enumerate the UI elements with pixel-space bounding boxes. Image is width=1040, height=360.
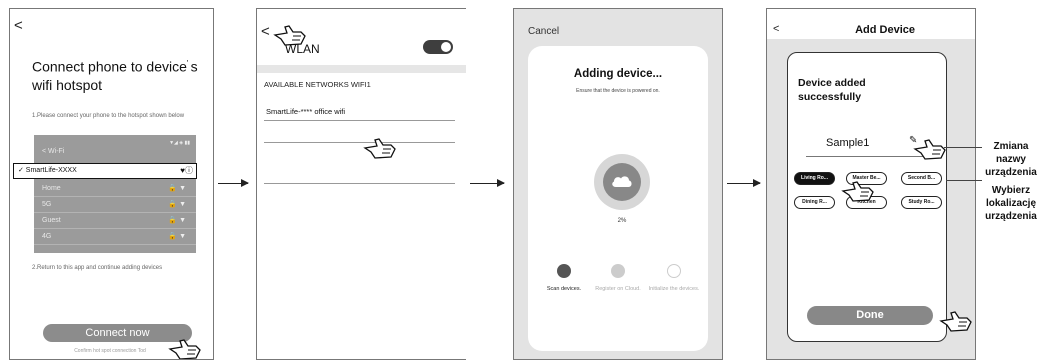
step-scan-devices: Scan devices. [536, 264, 592, 293]
pointing-hand-icon [273, 23, 307, 47]
done-button[interactable]: Done [807, 306, 933, 325]
divider [264, 142, 455, 143]
pointing-hand-icon [913, 137, 947, 161]
annotation-location: Wybierz lokalizację urządzenia [985, 185, 1037, 222]
instruction-step-1: 1.Please connect your phone to the hotsp… [32, 113, 185, 119]
divider [264, 183, 455, 184]
selected-wifi-network[interactable]: ✓ SmartLife-XXXX ♥ⓘ [13, 163, 197, 179]
instruction-step-2: 2.Return to this app and continue adding… [32, 265, 163, 271]
network-name: Guest [42, 217, 61, 224]
phone-screen-adding-device: Cancel Adding device... Ensure that the … [513, 8, 723, 360]
lock-wifi-icon: 🔒 ▼ [168, 201, 186, 208]
flow-arrow [470, 179, 505, 187]
pointing-hand-icon [939, 309, 973, 333]
progress-center [603, 163, 641, 201]
room-chip-living-room[interactable]: Living Ro... [794, 172, 835, 185]
flow-arrow [727, 179, 761, 187]
phone-screen-add-device: < Add Device Device added successfully S… [766, 8, 976, 360]
progress-ring [594, 154, 650, 210]
back-arrow-icon[interactable]: < [14, 17, 23, 34]
cloud-icon [612, 176, 632, 187]
cloud-icon [611, 264, 625, 278]
cancel-button[interactable]: Cancel [528, 26, 559, 37]
wifi-network-item[interactable]: Home 🔒 ▼ [34, 181, 196, 197]
divider [264, 120, 455, 121]
device-name-field[interactable]: Sample1 [826, 137, 869, 149]
pointing-hand-icon [363, 136, 397, 160]
page-title: Connect phone to device' s wifi hotspot [32, 58, 198, 93]
annotation-leader-line [946, 180, 982, 181]
flow-arrow [218, 179, 249, 187]
progress-heading: Adding device... [573, 68, 663, 80]
phone-screen-wlan: < WLAN AVAILABLE NETWORKS WIFI1 SmartLif… [256, 8, 466, 360]
wifi-network-item[interactable]: Guest 🔒 ▼ [34, 213, 196, 229]
step-register-cloud: Register on Cloud. [590, 264, 646, 293]
lock-wifi-icon: 🔒 ▼ [168, 217, 186, 224]
wifi-network-item[interactable]: SmartLife-**** office wifi [266, 107, 345, 116]
lock-wifi-icon: 🔒 ▼ [168, 233, 186, 240]
step-label: Initialize the devices. [648, 286, 700, 292]
step-initialize: Initialize the devices. [646, 264, 702, 293]
selected-network-name: ✓ SmartLife-XXXX [18, 167, 77, 174]
page-title: Add Device [855, 24, 915, 36]
pointing-hand-icon [168, 337, 202, 359]
back-arrow-icon[interactable]: < [261, 23, 270, 40]
status-bar-icons: ▼◢ ◈ ▮▮ [169, 140, 190, 146]
progress-card: Adding device... Ensure that the device … [528, 46, 708, 351]
wifi-settings-title: < Wi-Fi [42, 148, 65, 155]
refresh-icon [667, 264, 681, 278]
wifi-settings-screenshot: ▼◢ ◈ ▮▮ < Wi-Fi Home 🔒 ▼ 5G 🔒 ▼ Guest 🔒 … [34, 135, 196, 253]
room-chip-dining-room[interactable]: Dining R... [794, 196, 835, 209]
pointing-hand-icon [841, 179, 875, 203]
wifi-info-icon[interactable]: ♥ⓘ [180, 164, 193, 178]
lock-wifi-icon: 🔒 ▼ [168, 185, 186, 192]
network-name: 5G [42, 201, 52, 208]
step-label: Scan devices. [546, 286, 582, 292]
section-divider [257, 65, 466, 73]
success-message: Device added successfully [798, 77, 866, 103]
scan-icon [557, 264, 571, 278]
room-chip-study-room[interactable]: Study Ro... [901, 196, 942, 209]
network-name: Home [42, 185, 61, 192]
wifi-network-item[interactable]: 5G 🔒 ▼ [34, 197, 196, 213]
wifi-network-item[interactable]: 4G 🔒 ▼ [34, 229, 196, 245]
room-chip-second-bedroom[interactable]: Second B... [901, 172, 942, 185]
wlan-toggle[interactable] [423, 40, 453, 54]
progress-subtext: Ensure that the device is powered on. [576, 88, 660, 94]
annotation-leader-line [944, 147, 982, 148]
network-name: 4G [42, 233, 52, 240]
phone-screen-connect-hotspot: < Connect phone to device' s wifi hotspo… [9, 8, 214, 360]
available-networks-label: AVAILABLE NETWORKS WIFI1 [264, 80, 371, 89]
step-label: Register on Cloud. [595, 286, 641, 292]
confirm-hotspot-link[interactable]: Confirm hot spot connection Tod [40, 348, 180, 354]
annotation-rename: Zmiana nazwy urządzenia [985, 141, 1037, 178]
progress-percent: 2% [617, 218, 627, 224]
